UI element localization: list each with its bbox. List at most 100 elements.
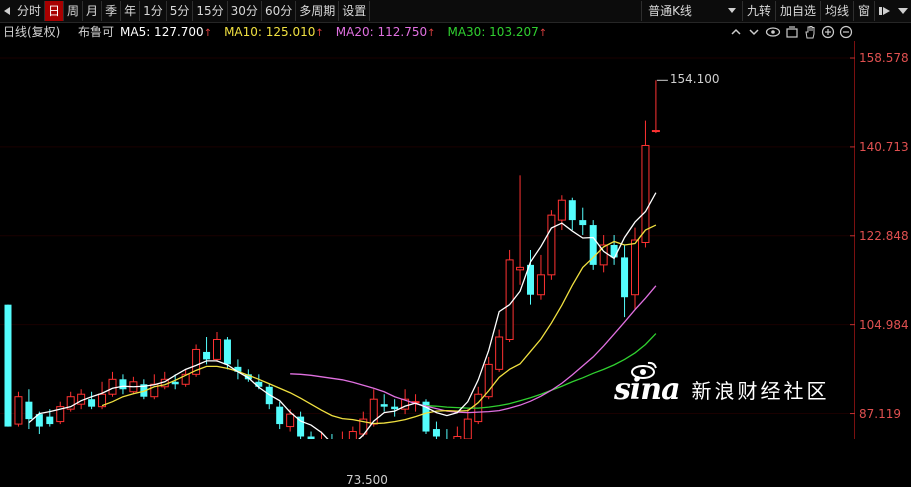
period-button-0[interactable]: 分时 bbox=[14, 1, 46, 21]
toolbar-button-2[interactable]: 均线 bbox=[819, 1, 853, 21]
toolbar-button-1[interactable]: 加自选 bbox=[774, 1, 820, 21]
candle bbox=[213, 332, 221, 362]
candle bbox=[589, 220, 597, 270]
layers-icon[interactable] bbox=[785, 25, 799, 39]
ma-up-arrow-icon: ↑ bbox=[538, 28, 548, 39]
candle-body bbox=[547, 214, 556, 276]
price-tick-label: 158.578 bbox=[859, 51, 909, 66]
prev-arrow-icon[interactable] bbox=[0, 1, 14, 21]
price-tick-label: 140.713 bbox=[859, 139, 909, 154]
candle bbox=[234, 359, 242, 380]
period-button-3[interactable]: 月 bbox=[83, 1, 103, 21]
candle bbox=[331, 434, 333, 439]
candle-body bbox=[108, 378, 117, 395]
candle bbox=[505, 249, 514, 342]
candle-body bbox=[25, 401, 33, 420]
candle bbox=[348, 426, 357, 439]
ma-value-3: MA30: 103.207↑ bbox=[447, 25, 548, 39]
candle bbox=[108, 371, 117, 397]
chevron-down-icon[interactable] bbox=[747, 25, 761, 39]
candle-body bbox=[203, 351, 211, 360]
period-toolbar: 分时日周月季年 1分 5分 15分 30分 60分 多周期 设置 普通K线 九转 加自选 均线窗 bbox=[0, 0, 911, 23]
period-button-12[interactable]: 设置 bbox=[339, 1, 371, 21]
candle bbox=[140, 379, 148, 400]
period-button-5[interactable]: 年 bbox=[121, 1, 141, 21]
candle-body bbox=[484, 363, 493, 398]
candle bbox=[4, 304, 12, 427]
candle bbox=[66, 391, 75, 412]
candle bbox=[610, 235, 618, 265]
chevron-down-icon bbox=[727, 8, 736, 13]
ma-up-arrow-icon: ↑ bbox=[427, 28, 436, 39]
watermark-text: 新浪财经社区 bbox=[691, 379, 830, 403]
candle-body bbox=[276, 406, 284, 425]
candle bbox=[341, 431, 343, 439]
candle-body bbox=[88, 399, 96, 407]
chart-type-select[interactable]: 普通K线 bbox=[641, 1, 742, 21]
candle bbox=[422, 399, 430, 435]
period-button-2[interactable]: 周 bbox=[64, 1, 84, 21]
candle bbox=[297, 411, 305, 439]
candle bbox=[547, 210, 556, 280]
candle bbox=[307, 431, 315, 439]
candle bbox=[516, 175, 525, 285]
next-arrow-icon[interactable] bbox=[874, 1, 895, 21]
period-button-9[interactable]: 30分 bbox=[228, 1, 262, 21]
chart-type-label: 普通K线 bbox=[648, 4, 692, 18]
period-button-8[interactable]: 15分 bbox=[193, 1, 228, 21]
period-buttons: 分时日周月季年 1分 5分 15分 30分 60分 多周期 设置 bbox=[0, 0, 371, 22]
menu-chevron-icon[interactable] bbox=[895, 1, 911, 21]
chart-mode-label: 日线(复权) bbox=[3, 25, 61, 39]
candle bbox=[119, 374, 127, 395]
period-button-1[interactable]: 日 bbox=[45, 1, 65, 21]
candle-body bbox=[631, 239, 639, 296]
hand-icon[interactable] bbox=[803, 25, 817, 39]
ma-up-arrow-icon: ↑ bbox=[315, 28, 324, 39]
price-axis: 158.578 140.713 122.848 104.984 87.119 bbox=[855, 41, 911, 439]
eye-icon[interactable] bbox=[765, 25, 781, 39]
candle-body bbox=[557, 199, 566, 221]
sina-eye-logo-icon bbox=[631, 361, 657, 379]
candle bbox=[495, 329, 504, 372]
candle bbox=[56, 401, 65, 425]
candle bbox=[474, 386, 483, 425]
candle-body bbox=[641, 144, 650, 243]
candle bbox=[129, 376, 138, 395]
chart-tools bbox=[729, 23, 853, 41]
ma-value-2: MA20: 112.750↑ bbox=[335, 25, 436, 39]
candle bbox=[446, 429, 448, 439]
period-button-7[interactable]: 5分 bbox=[167, 1, 194, 21]
toolbar-button-3[interactable]: 窗 bbox=[852, 1, 874, 21]
candle-body bbox=[171, 381, 179, 385]
candle-body bbox=[610, 244, 618, 258]
candle bbox=[88, 391, 96, 410]
candle-body bbox=[14, 396, 23, 425]
period-button-6[interactable]: 1分 bbox=[140, 1, 167, 21]
toolbar-button-0[interactable]: 九转 bbox=[741, 1, 775, 21]
candle-body bbox=[213, 339, 221, 360]
toolbar-right: 普通K线 九转 加自选 均线窗 bbox=[641, 0, 911, 22]
price-tick-label: 87.119 bbox=[859, 406, 901, 421]
price-annotation-1: 73.500 bbox=[345, 473, 388, 487]
period-button-10[interactable]: 60分 bbox=[262, 1, 297, 21]
candle-body bbox=[463, 418, 472, 439]
zoom-out-icon[interactable] bbox=[839, 25, 853, 39]
price-tick-label: 104.984 bbox=[859, 317, 909, 332]
chevron-up-icon[interactable] bbox=[729, 25, 743, 39]
candle bbox=[380, 394, 388, 412]
candle-body bbox=[516, 266, 525, 271]
candle bbox=[276, 401, 284, 430]
candle bbox=[621, 244, 629, 318]
period-button-4[interactable]: 季 bbox=[102, 1, 122, 21]
candle bbox=[432, 421, 440, 439]
candle bbox=[14, 391, 23, 427]
period-button-11[interactable]: 多周期 bbox=[296, 1, 340, 21]
candle-body bbox=[46, 416, 54, 425]
candle-body bbox=[579, 220, 587, 226]
candle bbox=[568, 197, 576, 231]
candle-body bbox=[286, 413, 295, 428]
candle-body bbox=[4, 304, 12, 427]
candle bbox=[453, 426, 462, 439]
candle-body bbox=[348, 431, 357, 439]
zoom-in-icon[interactable] bbox=[821, 25, 835, 39]
